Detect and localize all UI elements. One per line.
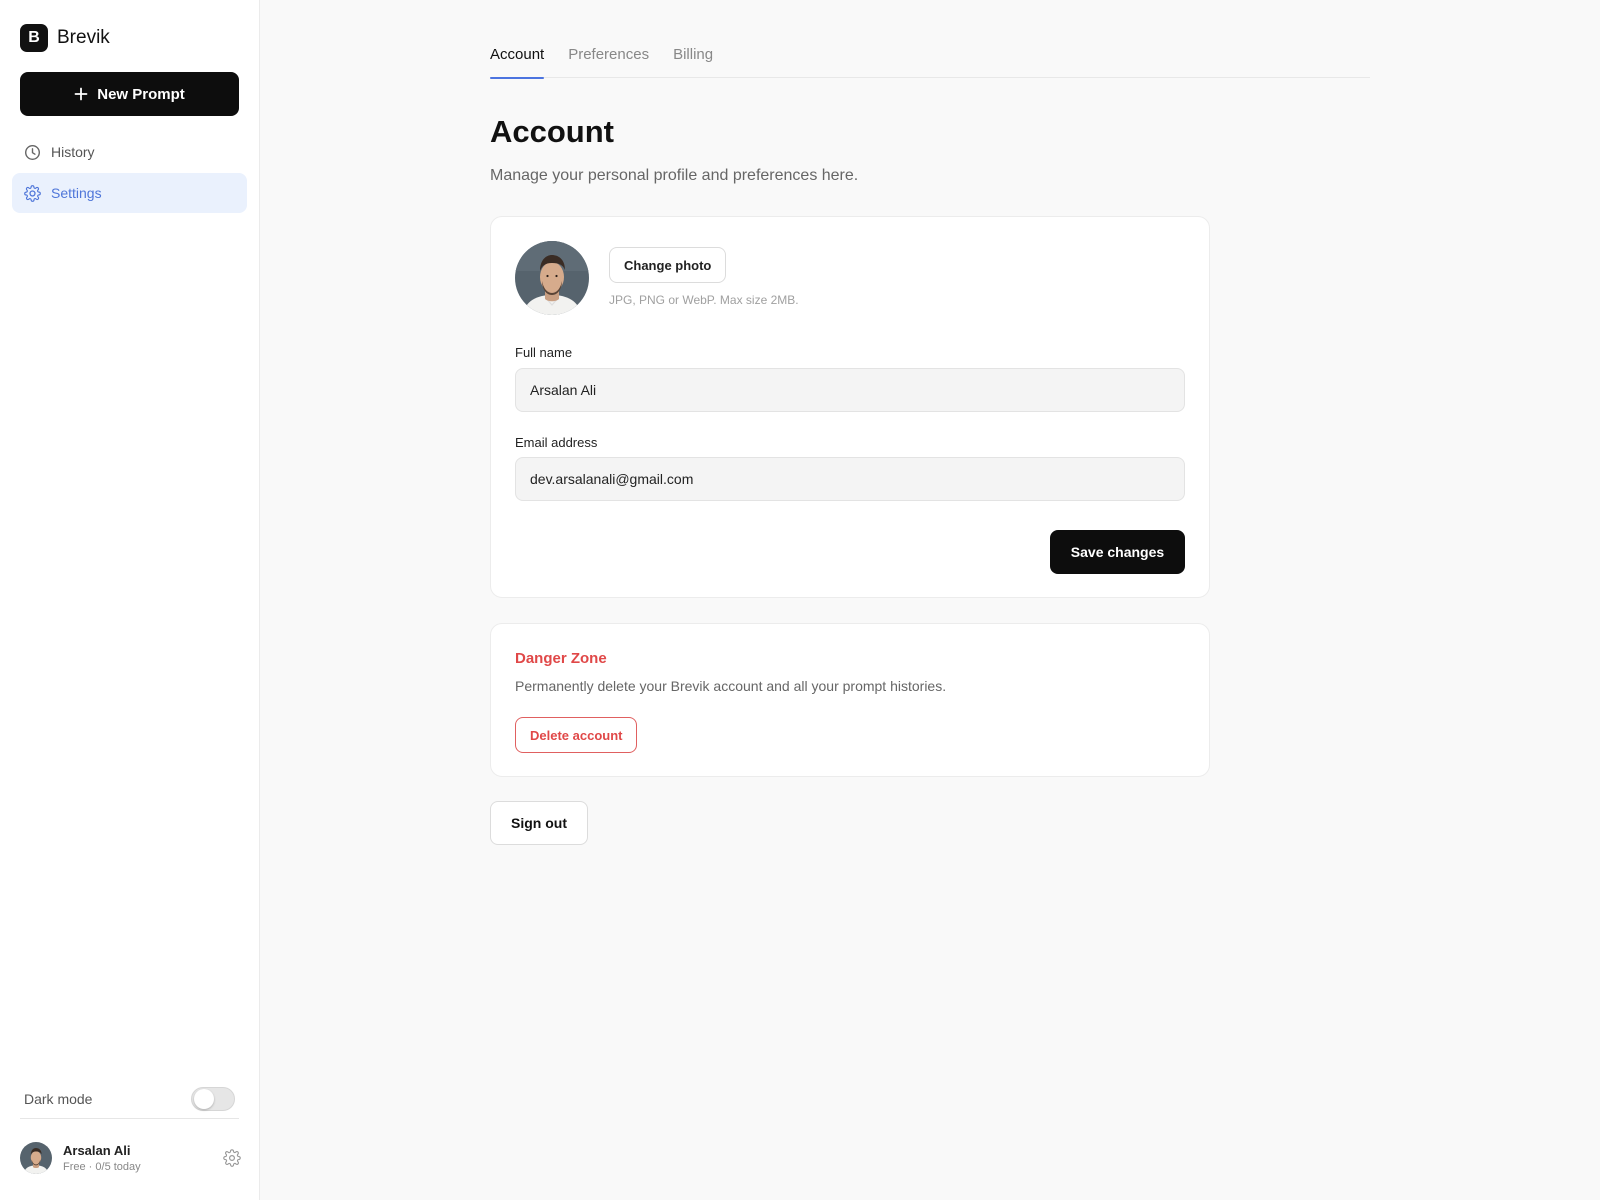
page-title: Account [490, 114, 614, 149]
brand-initial: B [28, 29, 40, 46]
danger-zone-description: Permanently delete your Brevik account a… [515, 678, 947, 694]
dark-mode-toggle[interactable] [191, 1087, 235, 1111]
profile-card: Change photo JPG, PNG or WebP. Max size … [490, 216, 1210, 598]
sidebar-item-label: History [51, 144, 95, 160]
user-name: Arsalan Ali [63, 1143, 131, 1158]
gear-icon [24, 184, 41, 202]
brand-logo: B [20, 24, 48, 52]
sidebar-item-settings[interactable]: Settings [12, 173, 247, 213]
danger-zone-title: Danger Zone [515, 650, 607, 667]
sidebar-divider [20, 1118, 239, 1119]
sidebar-item-history[interactable]: History [12, 132, 247, 172]
email-field[interactable] [515, 457, 1185, 501]
photo-hint: JPG, PNG or WebP. Max size 2MB. [609, 293, 799, 307]
tab-preferences[interactable]: Preferences [568, 44, 649, 78]
user-plan: Free · 0/5 today [63, 1161, 141, 1173]
new-prompt-button[interactable]: New Prompt [20, 72, 239, 116]
avatar [20, 1142, 52, 1174]
save-changes-button[interactable]: Save changes [1050, 530, 1185, 574]
brand-name: Brevik [57, 27, 110, 48]
change-photo-button[interactable]: Change photo [609, 247, 727, 283]
page-subtitle: Manage your personal profile and prefere… [490, 167, 859, 184]
avatar [515, 241, 589, 315]
toggle-knob [194, 1089, 214, 1109]
sidebar: B Brevik New Prompt History Settings Dar… [0, 0, 260, 1200]
sidebar-item-label: Settings [51, 185, 102, 201]
brand[interactable]: B Brevik [20, 24, 110, 52]
gear-icon[interactable] [223, 1149, 241, 1167]
user-profile[interactable]: Arsalan Ali Free · 0/5 today [20, 1141, 241, 1175]
dark-mode-label: Dark mode [24, 1091, 93, 1107]
sign-out-button[interactable]: Sign out [490, 801, 588, 845]
settings-tabs: Account Preferences Billing [490, 44, 1370, 79]
new-prompt-label: New Prompt [97, 85, 185, 103]
email-label: Email address [515, 435, 598, 450]
full-name-label: Full name [515, 345, 573, 360]
danger-zone-card: Danger Zone Permanently delete your Brev… [490, 623, 1210, 777]
user-info: Arsalan Ali Free · 0/5 today [63, 1143, 223, 1173]
dark-mode-row: Dark mode [24, 1086, 235, 1112]
tab-account[interactable]: Account [490, 44, 545, 79]
tab-billing[interactable]: Billing [673, 44, 713, 78]
full-name-field[interactable] [515, 368, 1185, 412]
clock-icon [24, 144, 41, 161]
plus-icon [74, 87, 88, 101]
delete-account-button[interactable]: Delete account [515, 717, 638, 753]
